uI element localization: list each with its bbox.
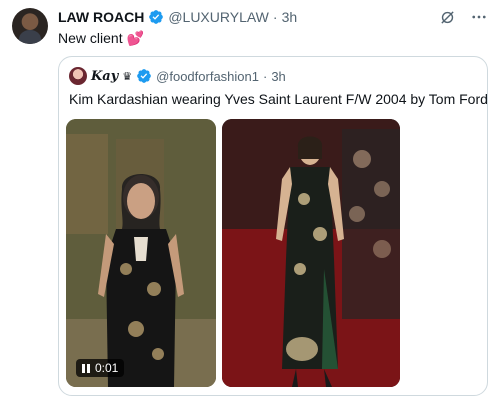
quoted-text: Kim Kardashian wearing Yves Saint Lauren… <box>69 91 488 107</box>
quoted-timestamp[interactable]: 3h <box>271 69 285 84</box>
video-time: 0:01 <box>95 361 119 375</box>
verified-badge-icon <box>149 10 164 24</box>
verified-badge-icon <box>137 69 151 83</box>
quoted-tweet[interactable]: Kay ♛ @foodforfashion1 · 3h Kim Kardashi… <box>58 56 488 396</box>
separator-dot: · <box>262 68 268 84</box>
tweet-header: LAW ROACH @LUXURYLAW · 3h <box>58 8 297 26</box>
two-hearts-emoji: 💕 <box>126 30 144 46</box>
video-time-badge[interactable]: 0:01 <box>76 359 125 377</box>
separator-dot: · <box>272 9 278 25</box>
video-thumbnail[interactable]: 0:01 <box>66 119 216 387</box>
tweet-text: New client 💕 <box>58 30 144 47</box>
timestamp[interactable]: 3h <box>282 9 298 25</box>
more-icon[interactable] <box>470 8 488 26</box>
tweet-text-content: New client <box>58 30 123 46</box>
quoted-author-name[interactable]: Kay <box>91 69 118 84</box>
crown-icon: ♛ <box>122 70 133 83</box>
avatar[interactable] <box>12 8 48 44</box>
grok-icon[interactable] <box>438 8 456 26</box>
quoted-handle[interactable]: @foodforfashion1 <box>156 69 259 84</box>
tweet: LAW ROACH @LUXURYLAW · 3h New client 💕 K… <box>0 0 500 402</box>
video-frame-illustration <box>66 119 216 387</box>
runway-photo[interactable] <box>222 119 400 387</box>
quoted-avatar[interactable] <box>69 67 87 85</box>
runway-photo-illustration <box>222 119 400 387</box>
quoted-header: Kay ♛ @foodforfashion1 · 3h <box>69 67 286 85</box>
author-handle[interactable]: @LUXURYLAW <box>168 9 269 25</box>
tweet-actions <box>438 8 488 26</box>
quoted-text-content: Kim Kardashian wearing Yves Saint Lauren… <box>69 91 488 107</box>
author-name[interactable]: LAW ROACH <box>58 9 144 25</box>
pause-icon <box>82 363 90 373</box>
